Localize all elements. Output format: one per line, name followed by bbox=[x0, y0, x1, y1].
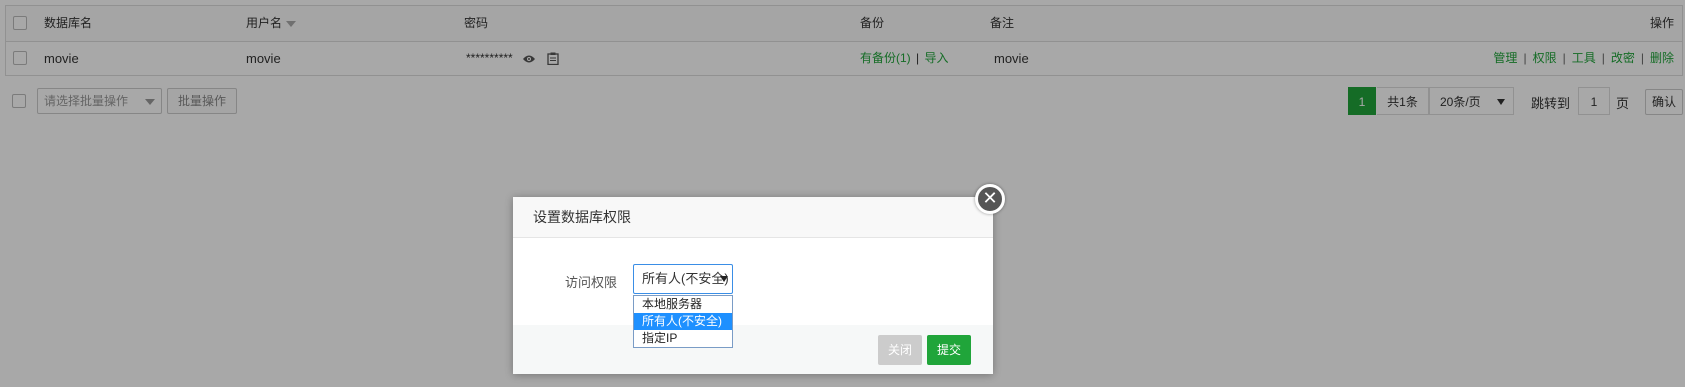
dialog-submit-button[interactable]: 提交 bbox=[927, 335, 972, 365]
access-permission-value: 所有人(不安全) bbox=[642, 271, 729, 286]
access-permission-label: 访问权限 bbox=[565, 275, 618, 290]
option-everyone-unsafe[interactable]: 所有人(不安全) bbox=[634, 313, 732, 330]
close-icon[interactable]: ✕ bbox=[975, 184, 1005, 214]
dialog-footer: 关闭 提交 bbox=[513, 325, 993, 374]
access-permission-options: 本地服务器 所有人(不安全) 指定IP bbox=[633, 295, 733, 348]
option-local-server[interactable]: 本地服务器 bbox=[634, 296, 732, 313]
dialog-close-button[interactable]: 关闭 bbox=[878, 335, 923, 365]
option-specified-ip[interactable]: 指定IP bbox=[634, 330, 732, 347]
chevron-down-icon bbox=[720, 276, 728, 282]
dialog-title: 设置数据库权限 bbox=[513, 197, 993, 238]
access-permission-select[interactable]: 所有人(不安全) bbox=[633, 264, 733, 294]
